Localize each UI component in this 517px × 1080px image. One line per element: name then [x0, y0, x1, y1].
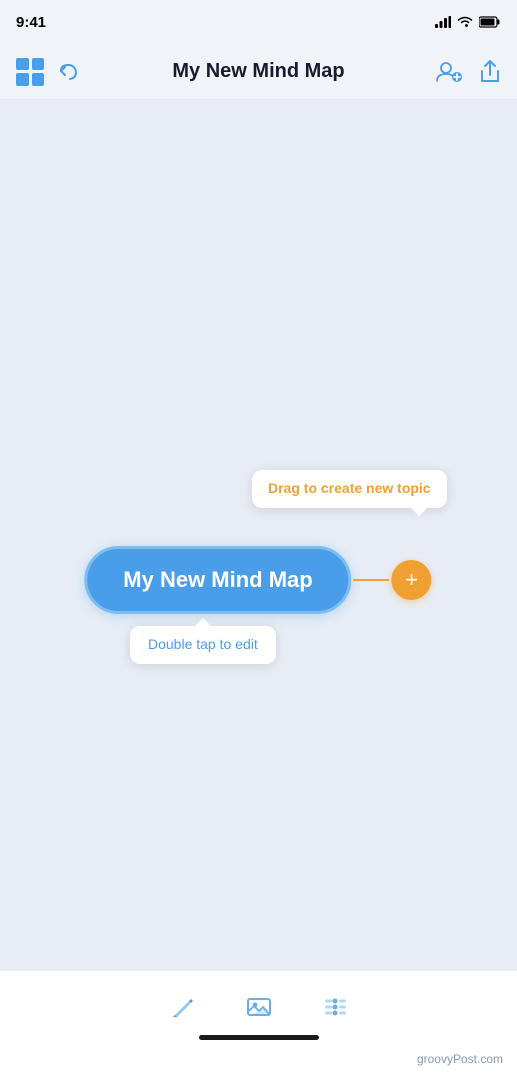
status-time: 9:41: [16, 14, 46, 31]
edit-tooltip: Double tap to edit: [130, 626, 276, 664]
signal-icon: [435, 16, 451, 28]
menu-tool-button[interactable]: [317, 989, 353, 1025]
image-tool-button[interactable]: [241, 989, 277, 1025]
mind-map-node[interactable]: My New Mind Map +: [84, 546, 431, 614]
add-collaborator-button[interactable]: [435, 59, 463, 85]
watermark: groovyPost.com: [417, 1052, 503, 1066]
add-topic-button[interactable]: +: [392, 560, 432, 600]
pen-icon: [169, 993, 197, 1021]
plus-icon: +: [405, 569, 418, 591]
grid-icon[interactable]: [16, 58, 44, 86]
pen-tool-button[interactable]: [165, 989, 201, 1025]
canvas: Drag to create new topic My New Mind Map…: [0, 100, 517, 970]
node-pill[interactable]: My New Mind Map: [84, 546, 351, 614]
share-button[interactable]: [479, 59, 501, 85]
nav-left: [16, 58, 82, 86]
page-title: My New Mind Map: [172, 60, 344, 82]
drag-tooltip-text: Drag to create new topic: [268, 480, 431, 496]
nav-title-container: My New Mind Map: [172, 60, 344, 83]
edit-tooltip-text: Double tap to edit: [148, 636, 258, 652]
nav-right: [435, 59, 501, 85]
image-icon: [245, 993, 273, 1021]
status-bar: 9:41: [0, 0, 517, 44]
drag-tooltip: Drag to create new topic: [252, 470, 447, 508]
nav-bar: My New Mind Map: [0, 44, 517, 100]
home-indicator: [199, 1035, 319, 1040]
connector-line: [354, 579, 390, 581]
battery-icon: [479, 16, 501, 28]
status-icons: [435, 16, 501, 28]
wifi-icon: [457, 16, 473, 28]
node-text: My New Mind Map: [123, 567, 312, 592]
menu-icon: [321, 993, 349, 1021]
undo-button[interactable]: [58, 60, 82, 84]
toolbar-icons: [165, 971, 353, 1025]
